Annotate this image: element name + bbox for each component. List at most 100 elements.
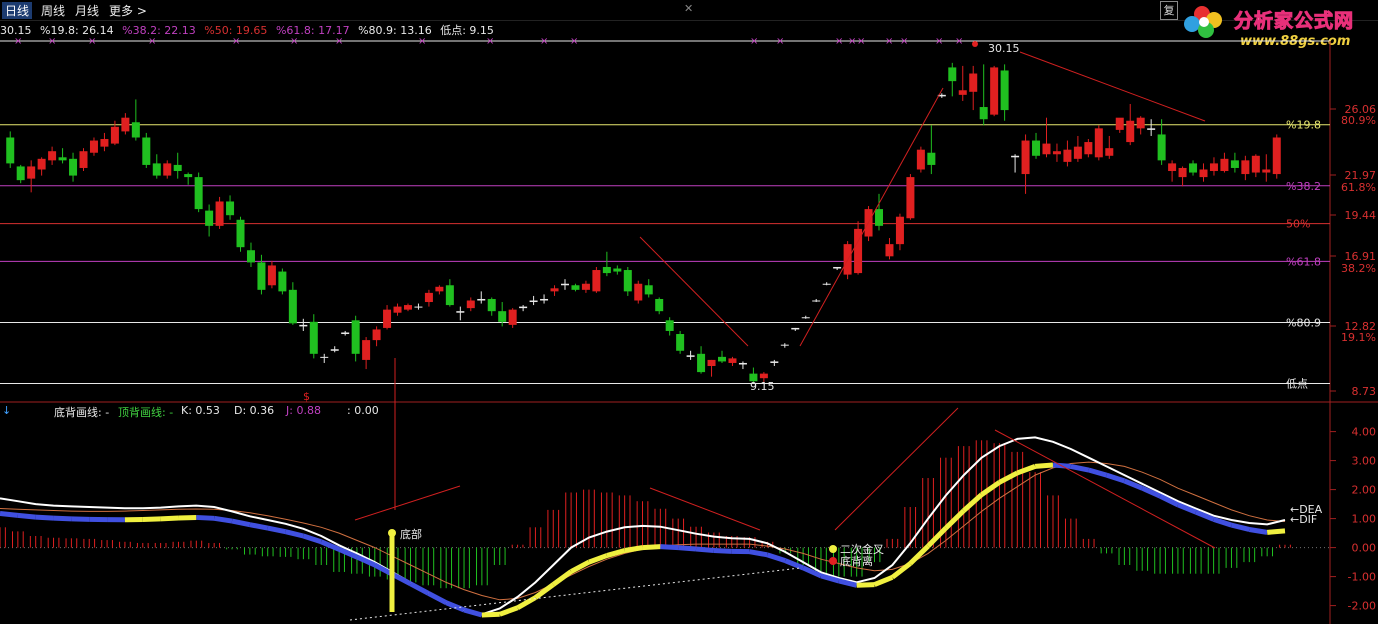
trend-band: [713, 548, 732, 554]
trend-band: [766, 552, 787, 564]
golden-cross-dot: [829, 545, 837, 553]
trend-band: [427, 591, 448, 605]
y-pct-label-1: 61.8%: [1341, 181, 1376, 194]
candle-body: [1209, 163, 1218, 172]
candle-body: [89, 140, 98, 153]
candle-body: [58, 157, 67, 161]
candle-body: [791, 327, 800, 330]
candle-body: [906, 177, 915, 219]
bottom-dot: [388, 529, 396, 537]
candle-body: [205, 210, 214, 226]
candle-body: [519, 306, 528, 309]
top-marker: ×: [486, 36, 494, 47]
top-marker: ×: [857, 36, 865, 47]
candle-body: [1084, 142, 1093, 155]
trend-band: [481, 611, 500, 618]
candle-body: [1032, 140, 1041, 156]
candle-body: [759, 373, 768, 379]
candle-body: [728, 358, 737, 363]
macd-tick-label-2: 2.00: [1352, 484, 1377, 497]
candle-body: [655, 298, 664, 312]
trend-band: [338, 547, 358, 560]
top-marker: ×: [955, 36, 963, 47]
trend-band: [677, 545, 697, 552]
candle-body: [602, 266, 611, 274]
trend-band: [926, 526, 948, 548]
top-marker: ×: [848, 36, 856, 47]
top-marker: ×: [148, 36, 156, 47]
candle-body: [445, 285, 454, 306]
candle-body: [801, 317, 810, 319]
candle-body: [780, 344, 789, 346]
candle-body: [1220, 158, 1229, 172]
candle-body: [288, 289, 297, 324]
trend-band: [944, 508, 966, 530]
candle-body: [676, 334, 685, 351]
candle-body: [738, 362, 747, 365]
divergence-dot: [829, 557, 837, 565]
candle-body: [131, 122, 140, 138]
candle-body: [362, 340, 371, 360]
trend-band: [1034, 462, 1054, 469]
divergence-line: [349, 567, 801, 621]
candle-body: [236, 219, 245, 248]
candle-body: [246, 250, 255, 263]
trend-band: [302, 533, 323, 545]
candle-body: [372, 329, 381, 341]
candle-body: [383, 309, 392, 328]
trend-band: [142, 516, 161, 522]
high-dot: [972, 41, 978, 47]
trend-band: [213, 515, 233, 524]
candle-body: [644, 285, 653, 295]
candle-body: [278, 271, 287, 292]
low-label: 9.15: [750, 380, 775, 393]
label-divergence: 底背离: [840, 554, 873, 568]
candle-body: [267, 265, 276, 286]
top-marker: ×: [935, 36, 943, 47]
macd-trend-line-2: [649, 487, 761, 531]
trend-band: [231, 518, 251, 528]
candle-body: [1115, 117, 1124, 130]
trend-band: [998, 470, 1019, 485]
candle-body: [990, 67, 999, 115]
candle-body: [320, 356, 329, 358]
trend-band: [160, 515, 179, 522]
y-tick-label-2: 19.44: [1345, 209, 1377, 222]
candle-body: [142, 137, 151, 165]
trend-band: [962, 492, 984, 513]
top-marker: ×: [335, 36, 343, 47]
trend-band: [569, 559, 591, 574]
trend-band: [1266, 528, 1286, 535]
top-marker: ×: [885, 36, 893, 47]
y-tick-label-5: 8.73: [1352, 385, 1377, 398]
candle-body: [508, 309, 517, 325]
candle-body: [48, 151, 57, 161]
trend-band: [35, 514, 54, 521]
label-golden-cross: 二次金叉: [840, 542, 884, 556]
candle-body: [875, 209, 884, 226]
top-marker: ×: [900, 36, 908, 47]
candle-body: [194, 177, 203, 210]
candle-body: [770, 361, 779, 363]
candle-body: [1000, 70, 1009, 111]
candle-body: [1230, 160, 1239, 168]
candle-body: [1011, 155, 1020, 158]
trend-band: [196, 514, 215, 521]
trend-band: [1070, 463, 1090, 473]
trend-band: [624, 545, 643, 553]
candle-body: [424, 292, 433, 303]
top-marker: ×: [570, 36, 578, 47]
trend-band: [551, 569, 573, 587]
top-marker: ×: [290, 36, 298, 47]
stock-chart[interactable]: %19.8%38.250%%61.8%80.9低点26.0680.9%21.97…: [0, 0, 1378, 624]
trend-band: [890, 561, 912, 580]
fib-label-3: %61.8: [1286, 255, 1321, 268]
candle-body: [1272, 137, 1281, 175]
y-pct-label-0: 80.9%: [1341, 114, 1376, 127]
macd-tick-label-4: 0.00: [1352, 542, 1377, 555]
candle-body: [718, 356, 727, 362]
trend-band: [1087, 467, 1108, 478]
top-marker: ×: [48, 36, 56, 47]
candle-body: [812, 300, 821, 302]
candle-body: [634, 283, 643, 301]
